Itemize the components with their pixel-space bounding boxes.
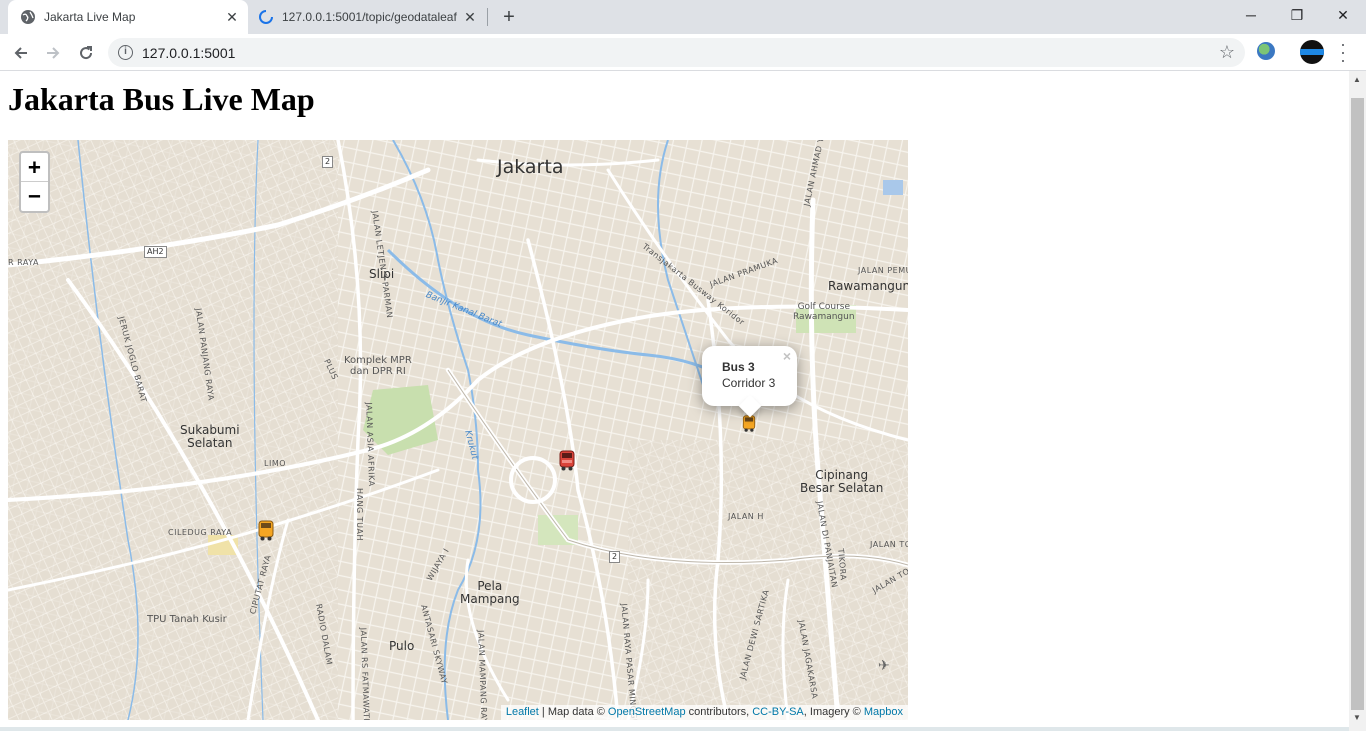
minimize-button[interactable]: ─: [1228, 0, 1274, 30]
tab-title: 127.0.0.1:5001/topic/geodataleaf: [282, 10, 457, 24]
map-label-rawamangun: Rawamangun: [828, 279, 908, 293]
forward-button[interactable]: [40, 40, 66, 66]
map-label-tpu-tanah-kusir: TPU Tanah Kusir: [147, 614, 227, 625]
new-tab-button[interactable]: +: [496, 4, 522, 30]
map-label-limo: LIMO: [264, 459, 287, 468]
map-label-cipinang-besar-selatan: Cipinang Besar Selatan: [800, 468, 884, 495]
page-scrollbar[interactable]: ▲ ▼: [1349, 71, 1366, 731]
mapbox-link[interactable]: Mapbox: [864, 706, 903, 718]
bus-popup: × Bus 3 Corridor 3: [702, 346, 797, 418]
extension-globe-icon[interactable]: [1257, 42, 1275, 60]
popup-corridor: Corridor 3: [722, 376, 776, 390]
address-bar[interactable]: i 127.0.0.1:5001 ☆: [108, 38, 1245, 67]
scroll-down-arrow-icon[interactable]: ▼: [1353, 713, 1361, 722]
tab-title: Jakarta Live Map: [44, 10, 136, 24]
browser-toolbar: i 127.0.0.1:5001 ☆: [0, 34, 1366, 71]
browser-menu-icon[interactable]: · · ·: [1338, 35, 1348, 69]
popup-bus-name: Bus 3: [722, 360, 755, 374]
profile-avatar[interactable]: [1300, 40, 1324, 64]
cc-by-sa-link[interactable]: CC-BY-SA: [752, 706, 804, 718]
bus-marker-red[interactable]: [559, 450, 575, 472]
zoom-out-button[interactable]: −: [21, 182, 48, 211]
restore-button[interactable]: ❐: [1274, 0, 1320, 30]
tab-close-icon[interactable]: ✕: [458, 9, 482, 26]
page-title: Jakarta Bus Live Map: [8, 81, 315, 117]
bus-marker-orange-1[interactable]: [258, 520, 274, 542]
map-label-golf-course: Golf Course Rawamangun: [793, 302, 855, 322]
back-button[interactable]: [8, 40, 34, 66]
map-label-jalan-h: JALAN H: [728, 512, 764, 521]
back-arrow-icon: [14, 47, 27, 59]
route-shield-2-top: 2: [322, 156, 334, 168]
bottom-strip: [0, 727, 1349, 731]
leaflet-link[interactable]: Leaflet: [506, 706, 539, 718]
forward-arrow-icon: [47, 47, 60, 59]
attrib-text-2: contributors,: [685, 706, 753, 718]
map-label-jalan-pemu: JALAN PEMU: [858, 266, 908, 275]
bus-marker-orange-2[interactable]: [742, 415, 756, 433]
zoom-control: + −: [19, 151, 50, 213]
scrollbar-thumb[interactable]: [1351, 98, 1364, 710]
site-info-icon[interactable]: i: [118, 45, 133, 60]
tab-geodata[interactable]: 127.0.0.1:5001/topic/geodataleaf ✕: [250, 0, 486, 34]
reload-button[interactable]: [73, 40, 99, 66]
openstreetmap-link[interactable]: OpenStreetMap: [608, 706, 686, 718]
globe-icon: [21, 10, 35, 24]
map-label-hang-tuah: HANG TUAH: [354, 488, 364, 541]
attrib-text-3: , Imagery ©: [803, 706, 864, 718]
bookmark-star-icon[interactable]: ☆: [1219, 42, 1235, 63]
tab-separator: [487, 8, 488, 26]
reload-icon: [80, 46, 93, 60]
zoom-in-button[interactable]: +: [21, 153, 48, 182]
map-label-sukabumi-selatan: Sukabumi Selatan: [180, 423, 240, 450]
map-label-pulo: Pulo: [389, 639, 415, 653]
tab-jakarta-live-map[interactable]: Jakarta Live Map ✕: [8, 0, 248, 34]
tab-strip: Jakarta Live Map ✕ 127.0.0.1:5001/topic/…: [0, 0, 1366, 34]
loading-spinner-icon: [259, 10, 273, 24]
close-window-button[interactable]: ✕: [1320, 0, 1366, 30]
map-label-komplek-mpr: Komplek MPR dan DPR RI: [344, 355, 412, 377]
map-label-jalan-tol-1: JALAN TOL: [870, 540, 908, 549]
map-attribution: Leaflet | Map data © OpenStreetMap contr…: [500, 705, 908, 720]
map-label-ciledug-raya: CILEDUG RAYA: [168, 528, 233, 537]
route-shield-ah2: AH2: [144, 246, 167, 258]
map-label-raya: R RAYA: [8, 258, 39, 267]
leaflet-map[interactable]: ✈ AH2 2 2 Jakarta Slipi Rawamangun Golf …: [8, 140, 908, 720]
url-text[interactable]: 127.0.0.1:5001: [142, 45, 235, 61]
scroll-up-arrow-icon[interactable]: ▲: [1353, 75, 1361, 84]
attrib-text-1: | Map data ©: [538, 706, 608, 718]
svg-text:✈: ✈: [878, 658, 890, 674]
tab-close-icon[interactable]: ✕: [220, 9, 244, 26]
map-tiles[interactable]: ✈: [8, 140, 908, 720]
route-shield-2-bottom: 2: [609, 551, 621, 563]
map-label-pela-mampang: Pela Mampang: [460, 579, 520, 606]
map-label-jakarta: Jakarta: [497, 156, 564, 178]
